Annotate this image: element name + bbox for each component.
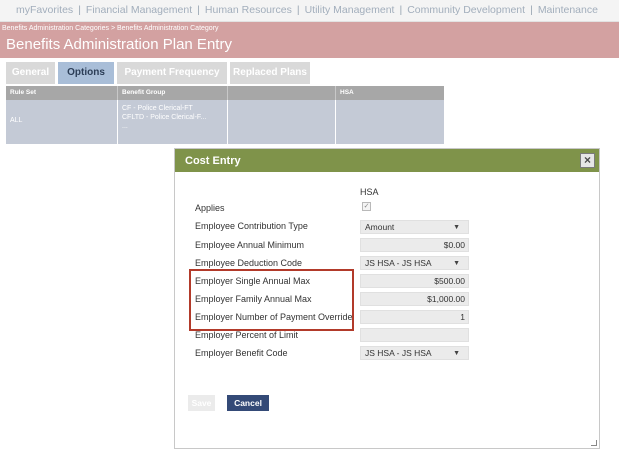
cost-entry-dialog: Cost Entry × HSA Applies ✓ Employee Cont… — [174, 148, 600, 449]
employee-annual-minimum-label: Employee Annual Minimum — [195, 240, 305, 250]
save-button[interactable]: Save — [188, 395, 215, 411]
cancel-button[interactable]: Cancel — [227, 395, 269, 411]
grid-cell-hsa[interactable] — [336, 100, 444, 144]
grid-cell-benefit-group: CF - Police Clerical-FT CFLTD - Police C… — [118, 100, 228, 144]
employer-benefit-code-select[interactable]: JS HSA - JS HSA ▼ — [360, 346, 469, 360]
top-navigation: myFavorites | Financial Management | Human R… — [0, 0, 619, 22]
nav-financial-management[interactable]: Financial Management — [86, 4, 192, 16]
employee-contribution-type-value: Amount — [365, 222, 395, 232]
checkmark-icon: ✓ — [363, 203, 370, 210]
highlight-box — [189, 269, 354, 331]
dialog-title: Cost Entry — [185, 155, 241, 167]
dropdown-arrow-icon: ▼ — [453, 350, 460, 357]
grid-cell-blank — [228, 100, 336, 144]
dropdown-arrow-icon: ▼ — [453, 224, 460, 231]
hsa-column-header: HSA — [360, 187, 379, 197]
employee-annual-minimum-input[interactable]: $0.00 — [360, 238, 469, 252]
grid-header: Rule Set Benefit Group HSA — [6, 86, 444, 100]
tab-replaced-plans[interactable]: Replaced Plans — [230, 62, 310, 84]
table-row[interactable]: ALL CF - Police Clerical-FT CFLTD - Poli… — [6, 100, 444, 144]
tab-payment-frequency[interactable]: Payment Frequency — [117, 62, 227, 84]
close-button[interactable]: × — [580, 153, 595, 168]
employer-number-of-payment-override-input[interactable]: 1 — [360, 310, 469, 324]
employee-deduction-code-select[interactable]: JS HSA - JS HSA ▼ — [360, 256, 469, 270]
nav-separator: | — [78, 4, 81, 16]
employee-contribution-type-label: Employee Contribution Type — [195, 221, 308, 231]
applies-checkbox[interactable]: ✓ — [362, 202, 371, 211]
nav-my-favorites[interactable]: myFavorites — [16, 4, 73, 16]
dropdown-arrow-icon: ▼ — [453, 260, 460, 267]
resize-grip-icon[interactable] — [591, 440, 597, 446]
employer-percent-of-limit-input[interactable] — [360, 328, 469, 342]
nav-community-development[interactable]: Community Development — [407, 4, 525, 16]
nav-utility-management[interactable]: Utility Management — [305, 4, 395, 16]
nav-separator: | — [296, 4, 300, 16]
nav-human-resources[interactable]: Human Resources — [205, 4, 292, 16]
nav-separator: | — [399, 4, 403, 16]
rules-grid: Rule Set Benefit Group HSA ALL CF - Poli… — [6, 86, 444, 144]
benefit-group-line: CFLTD - Police Clerical-F... — [122, 114, 207, 121]
nav-separator: | — [530, 4, 533, 16]
employer-single-annual-max-input[interactable]: $500.00 — [360, 274, 469, 288]
breadcrumb[interactable]: Benefits Administration Categories > Ben… — [2, 25, 219, 32]
employer-benefit-code-value: JS HSA - JS HSA — [365, 348, 432, 358]
tab-options[interactable]: Options — [58, 62, 114, 84]
dialog-titlebar[interactable]: Cost Entry × — [175, 149, 599, 172]
benefit-group-more: ... — [122, 123, 128, 130]
page-title: Benefits Administration Plan Entry — [6, 36, 232, 53]
employee-contribution-type-select[interactable]: Amount ▼ — [360, 220, 469, 234]
grid-header-blank[interactable] — [228, 86, 336, 100]
tab-general[interactable]: General — [6, 62, 55, 84]
employee-deduction-code-label: Employee Deduction Code — [195, 258, 303, 268]
benefit-group-line: CF - Police Clerical-FT — [122, 105, 193, 112]
applies-label: Applies — [195, 203, 225, 213]
grid-header-rule-set[interactable]: Rule Set — [6, 86, 118, 100]
grid-cell-rule-set: ALL — [6, 100, 118, 144]
employer-benefit-code-label: Employer Benefit Code — [195, 348, 288, 358]
employer-family-annual-max-input[interactable]: $1,000.00 — [360, 292, 469, 306]
nav-maintenance[interactable]: Maintenance — [538, 4, 598, 16]
grid-header-hsa[interactable]: HSA — [336, 86, 444, 100]
employee-deduction-code-value: JS HSA - JS HSA — [365, 258, 432, 268]
nav-separator: | — [197, 4, 200, 16]
page-header: Benefits Administration Categories > Ben… — [0, 22, 619, 58]
grid-header-benefit-group[interactable]: Benefit Group — [118, 86, 228, 100]
employer-percent-of-limit-label: Employer Percent of Limit — [195, 330, 299, 340]
